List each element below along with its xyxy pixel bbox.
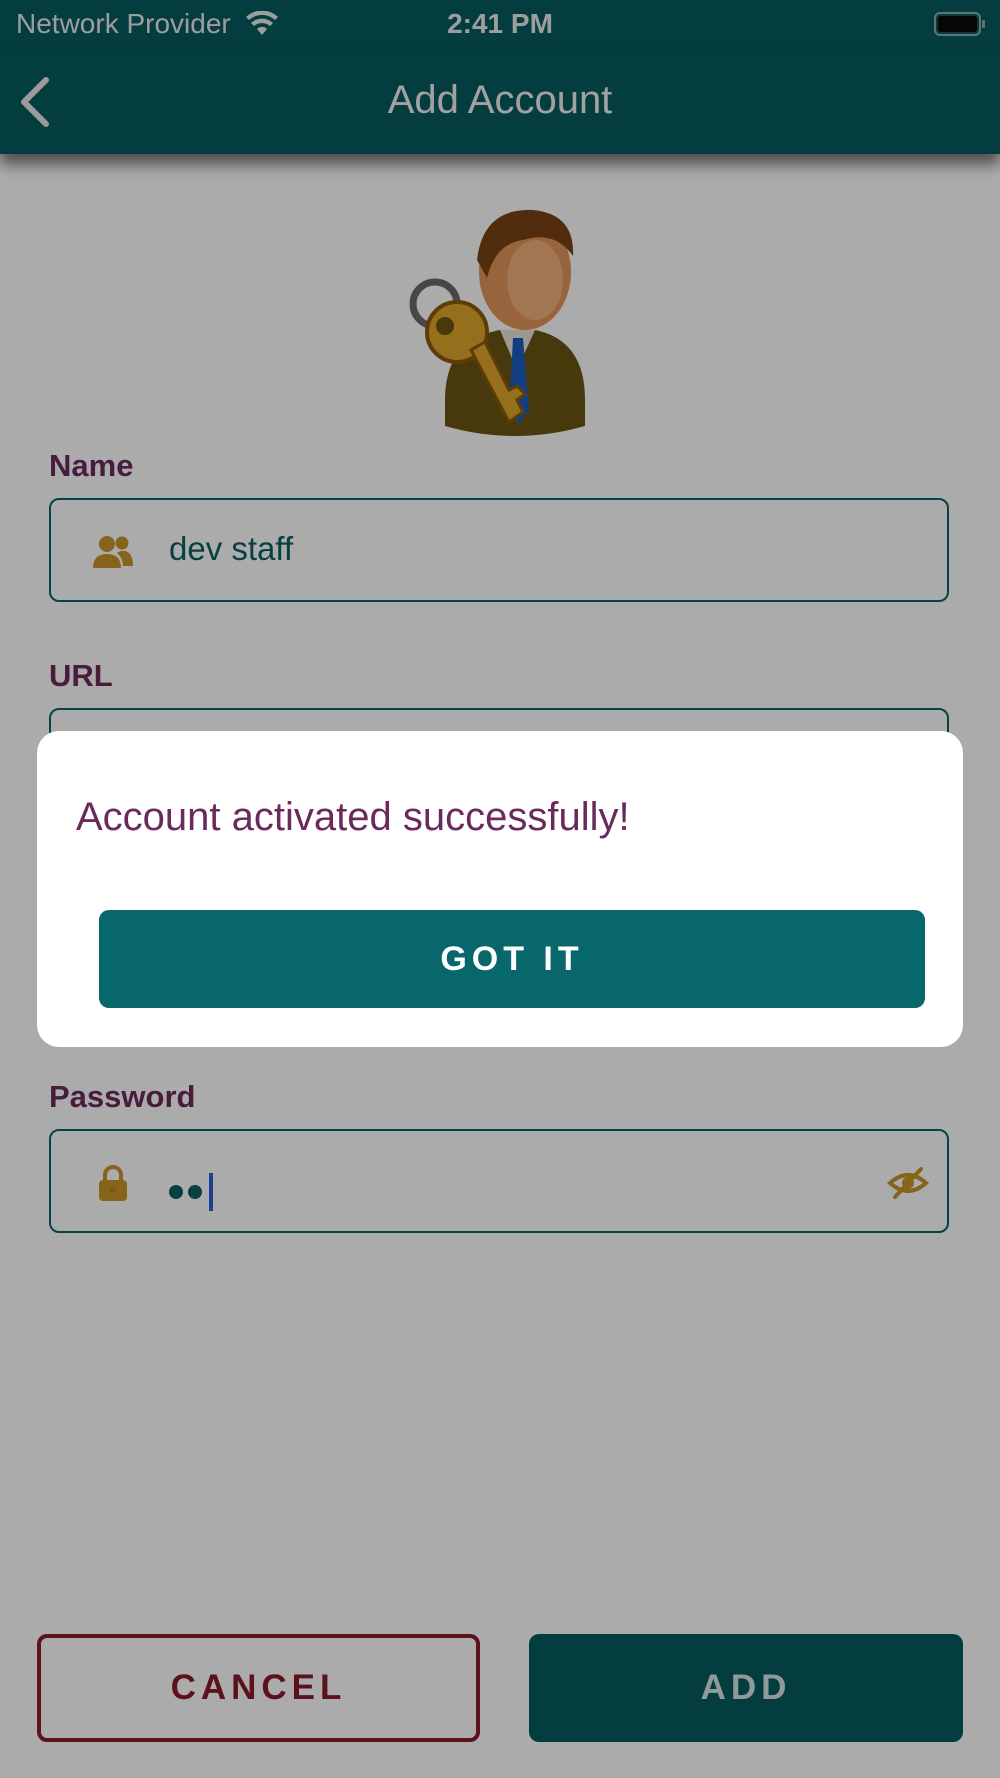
dialog-message: Account activated successfully! [76,795,630,839]
success-dialog: Account activated successfully! GOT IT [37,731,963,1047]
add-account-screen: Network Provider 2:41 PM Add Account Nam… [0,0,1000,1778]
got-it-button[interactable]: GOT IT [99,910,925,1008]
